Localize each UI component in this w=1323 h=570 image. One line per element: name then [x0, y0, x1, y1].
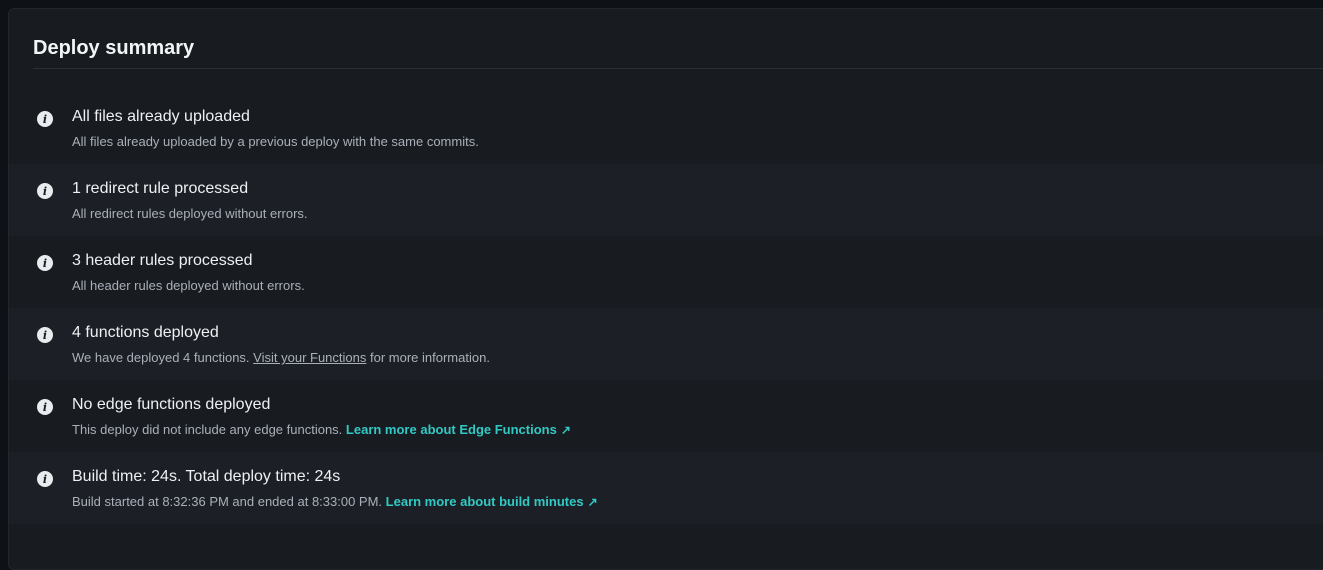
item-title: All files already uploaded: [72, 108, 250, 125]
item-description-text: Build started at 8:32:36 PM and ended at…: [72, 494, 383, 509]
summary-item-functions: i 4 functions deployed We have deployed …: [9, 308, 1323, 380]
external-link-icon: ↗: [587, 495, 598, 509]
item-title: 3 header rules processed: [72, 252, 253, 269]
summary-list: i All files already uploaded All files a…: [9, 92, 1323, 524]
item-description: We have deployed 4 functions. Visit your…: [72, 350, 490, 365]
build-minutes-docs-link[interactable]: Learn more about build minutes ↗: [386, 494, 598, 509]
item-title: 4 functions deployed: [72, 324, 219, 341]
info-icon: i: [37, 327, 53, 343]
panel-title: Deploy summary: [33, 37, 195, 59]
external-link-icon: ↗: [560, 423, 571, 437]
title-divider: [33, 68, 1323, 69]
info-icon: i: [37, 111, 53, 127]
summary-item-redirect-rules: i 1 redirect rule processed All redirect…: [9, 164, 1323, 236]
item-description-text: We have deployed 4 functions.: [72, 350, 250, 365]
item-title: No edge functions deployed: [72, 396, 271, 413]
info-icon: i: [37, 471, 53, 487]
item-description: All header rules deployed without errors…: [72, 278, 305, 293]
item-description: All files already uploaded by a previous…: [72, 134, 479, 149]
summary-item-build-time: i Build time: 24s. Total deploy time: 24…: [9, 452, 1323, 524]
item-title: Build time: 24s. Total deploy time: 24s: [72, 468, 341, 485]
summary-item-edge-functions: i No edge functions deployed This deploy…: [9, 380, 1323, 452]
item-description-suffix: for more information.: [370, 350, 490, 365]
item-description: All redirect rules deployed without erro…: [72, 206, 308, 221]
summary-item-files-uploaded: i All files already uploaded All files a…: [9, 92, 1323, 164]
edge-functions-docs-link[interactable]: Learn more about Edge Functions ↗: [346, 422, 571, 437]
visit-functions-link[interactable]: Visit your Functions: [253, 350, 366, 365]
deploy-summary-panel: Deploy summary i All files already uploa…: [8, 8, 1323, 570]
item-description: This deploy did not include any edge fun…: [72, 422, 571, 437]
summary-item-header-rules: i 3 header rules processed All header ru…: [9, 236, 1323, 308]
item-description-text: This deploy did not include any edge fun…: [72, 422, 343, 437]
info-icon: i: [37, 399, 53, 415]
item-title: 1 redirect rule processed: [72, 180, 249, 197]
item-description: Build started at 8:32:36 PM and ended at…: [72, 494, 598, 509]
info-icon: i: [37, 183, 53, 199]
info-icon: i: [37, 255, 53, 271]
